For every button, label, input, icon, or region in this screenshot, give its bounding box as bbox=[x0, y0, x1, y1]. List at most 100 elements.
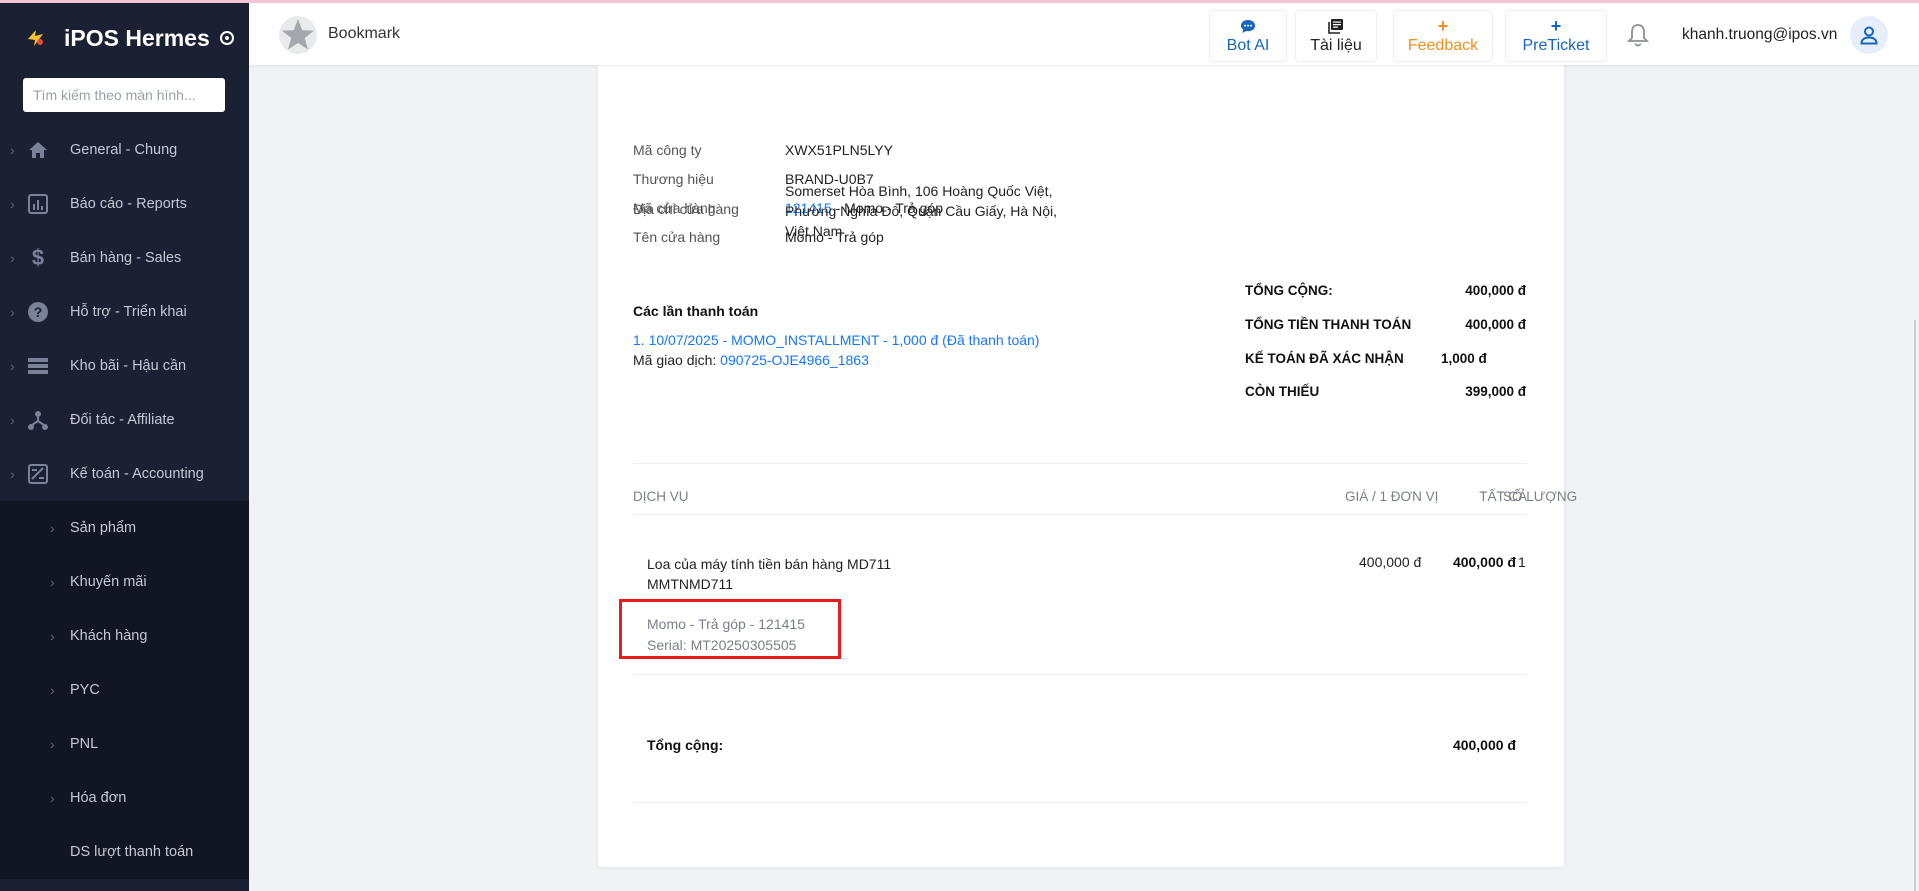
book-icon bbox=[1328, 17, 1344, 35]
sidebar-item-general[interactable]: › General - Chung bbox=[0, 123, 249, 177]
column-header-service: DỊCH VỤ bbox=[633, 489, 689, 504]
confirmed-label: KẾ TOÁN ĐÃ XÁC NHẬN bbox=[1245, 351, 1404, 366]
accounting-icon bbox=[27, 463, 49, 485]
chevron-right-icon: › bbox=[50, 520, 55, 536]
accounting-submenu: › Sản phẩm › Khuyến mãi › Khách hàng › P… bbox=[0, 501, 249, 879]
radio-dot-icon[interactable] bbox=[219, 31, 234, 45]
quantity-cell: 1 bbox=[1518, 554, 1526, 570]
chevron-right-icon: › bbox=[10, 304, 15, 320]
sidebar-item-label: Kho bãi - Hậu cần bbox=[70, 358, 187, 374]
sidebar-subitem-promotions[interactable]: › Khuyến mãi bbox=[0, 555, 249, 609]
column-header-unit-price: GIÁ / 1 ĐƠN VỊ bbox=[1345, 489, 1439, 504]
bookmark-label[interactable]: Bookmark bbox=[328, 25, 400, 43]
sidebar-item-accounting[interactable]: › Kế toán - Accounting bbox=[0, 447, 249, 501]
sidebar-subitem-label: PYC bbox=[70, 682, 100, 698]
grand-total-value: 400,000 đ bbox=[1452, 737, 1516, 753]
sidebar-subitem-customers[interactable]: › Khách hàng bbox=[0, 609, 249, 663]
docs-label: Tài liệu bbox=[1310, 37, 1362, 54]
sidebar-subitem-label: PNL bbox=[70, 736, 99, 752]
scrollbar[interactable] bbox=[1914, 320, 1916, 891]
svg-text:?: ? bbox=[34, 304, 43, 320]
row-total-cell: 400,000 đ bbox=[1452, 554, 1516, 570]
top-header: Bookmark Bot AI Tài liệu + Feedback + Pr… bbox=[249, 3, 1919, 65]
store-name-label: Tên cửa hàng bbox=[633, 229, 721, 245]
divider bbox=[633, 674, 1527, 675]
payment-line-link[interactable]: 1. 10/07/2025 - MOMO_INSTALLMENT - 1,000… bbox=[633, 332, 1039, 348]
chat-bubble-icon bbox=[1240, 17, 1256, 35]
sidebar-item-support[interactable]: › ? Hỗ trợ - Triển khai bbox=[0, 285, 249, 339]
feedback-button[interactable]: + Feedback bbox=[1393, 10, 1493, 62]
store-address-value: Somerset Hòa Bình, 106 Hoàng Quốc Việt, … bbox=[785, 183, 1057, 239]
sidebar-item-sales[interactable]: › $ Bán hàng - Sales bbox=[0, 231, 249, 285]
preticket-button[interactable]: + PreTicket bbox=[1505, 10, 1607, 62]
sidebar-subitem-label: Hóa đơn bbox=[70, 790, 127, 806]
chevron-right-icon: › bbox=[10, 250, 15, 266]
report-icon bbox=[27, 193, 49, 215]
chevron-right-icon: › bbox=[50, 628, 55, 644]
sidebar-item-label: Hỗ trợ - Triển khai bbox=[70, 304, 187, 320]
sidebar-subitem-label: Khuyến mãi bbox=[70, 574, 147, 590]
user-avatar-icon[interactable] bbox=[1850, 16, 1888, 54]
plus-icon: + bbox=[1550, 16, 1562, 36]
chevron-right-icon: › bbox=[50, 682, 55, 698]
transaction-code-row: Mã giao dịch: 090725-OJE4966_1863 bbox=[633, 352, 869, 368]
ipos-logo-icon bbox=[24, 26, 48, 50]
column-header-total: TẤT CẢ bbox=[1479, 489, 1527, 504]
chevron-right-icon: › bbox=[50, 574, 55, 590]
sidebar-subitem-payment-list[interactable]: DS lượt thanh toán bbox=[0, 825, 249, 879]
sidebar-subitem-label: Khách hàng bbox=[70, 628, 148, 644]
sidebar-nav: › General - Chung › Báo cáo - Reports › … bbox=[0, 123, 249, 879]
user-email[interactable]: khanh.truong@ipos.vn bbox=[1682, 26, 1837, 44]
plus-icon: + bbox=[1437, 16, 1449, 36]
confirmed-value: 1,000 đ bbox=[1441, 351, 1487, 366]
sidebar-item-warehouse[interactable]: › Kho bãi - Hậu cần bbox=[0, 339, 249, 393]
help-icon: ? bbox=[27, 301, 49, 323]
brand[interactable]: iPOS Hermes bbox=[0, 3, 249, 73]
sidebar-item-label: Bán hàng - Sales bbox=[70, 250, 182, 266]
sidebar-item-affiliate[interactable]: › Đối tác - Affiliate bbox=[0, 393, 249, 447]
preticket-label: PreTicket bbox=[1522, 37, 1590, 54]
service-code: MMTNMD711 bbox=[647, 576, 734, 592]
payments-title: Các lần thanh toán bbox=[633, 303, 759, 319]
sidebar-item-label: General - Chung bbox=[70, 142, 178, 158]
chevron-right-icon: › bbox=[50, 790, 55, 806]
chevron-right-icon: › bbox=[50, 736, 55, 752]
sidebar-subitem-pyc[interactable]: › PYC bbox=[0, 663, 249, 717]
chevron-right-icon: › bbox=[10, 196, 15, 212]
divider bbox=[633, 463, 1527, 464]
chevron-right-icon: › bbox=[10, 412, 15, 428]
main-content: Mã công ty XWX51PLN5LYY Thương hiệu BRAN… bbox=[249, 55, 1919, 891]
sidebar-item-reports[interactable]: › Báo cáo - Reports bbox=[0, 177, 249, 231]
sidebar-subitem-pnl[interactable]: › PNL bbox=[0, 717, 249, 771]
sidebar-subitem-invoices[interactable]: › Hóa đơn bbox=[0, 771, 249, 825]
payable-value: 400,000 đ bbox=[1465, 317, 1526, 332]
transaction-code-link[interactable]: 090725-OJE4966_1863 bbox=[720, 352, 869, 368]
chevron-right-icon: › bbox=[10, 142, 15, 158]
chevron-down-icon: › bbox=[10, 466, 15, 482]
sidebar-item-label: Đối tác - Affiliate bbox=[70, 412, 175, 428]
sidebar-subitem-products[interactable]: › Sản phẩm bbox=[0, 501, 249, 555]
sidebar-subitem-label: Sản phẩm bbox=[70, 520, 137, 536]
sidebar-item-label: Kế toán - Accounting bbox=[70, 466, 204, 482]
sidebar-search-input[interactable] bbox=[23, 78, 225, 112]
divider bbox=[633, 802, 1527, 803]
affiliate-icon bbox=[27, 409, 49, 431]
payable-label: TỔNG TIỀN THANH TOÁN bbox=[1245, 317, 1412, 332]
remaining-label: CÒN THIẾU bbox=[1245, 384, 1320, 399]
chevron-right-icon: › bbox=[10, 358, 15, 374]
company-code-label: Mã công ty bbox=[633, 142, 702, 158]
service-name: Loa của máy tính tiền bán hàng MD711 bbox=[647, 556, 892, 572]
store-address-label: Địa chỉ cửa hàng bbox=[633, 201, 739, 217]
home-icon bbox=[27, 139, 49, 161]
star-icon[interactable] bbox=[278, 15, 318, 55]
company-code-link[interactable]: XWX51PLN5LYY bbox=[785, 142, 893, 158]
bot-ai-button[interactable]: Bot AI bbox=[1209, 10, 1287, 62]
docs-button[interactable]: Tài liệu bbox=[1295, 10, 1377, 62]
remaining-value: 399,000 đ bbox=[1465, 384, 1526, 399]
invoice-card: Mã công ty XWX51PLN5LYY Thương hiệu BRAN… bbox=[598, 55, 1577, 867]
sidebar: iPOS Hermes › General - Chung › Báo cáo … bbox=[0, 3, 249, 891]
dollar-icon: $ bbox=[31, 245, 45, 270]
service-name-cell: Loa của máy tính tiền bán hàng MD711 MMT… bbox=[647, 554, 891, 594]
bell-icon[interactable] bbox=[1626, 22, 1650, 48]
feedback-label: Feedback bbox=[1407, 37, 1479, 54]
